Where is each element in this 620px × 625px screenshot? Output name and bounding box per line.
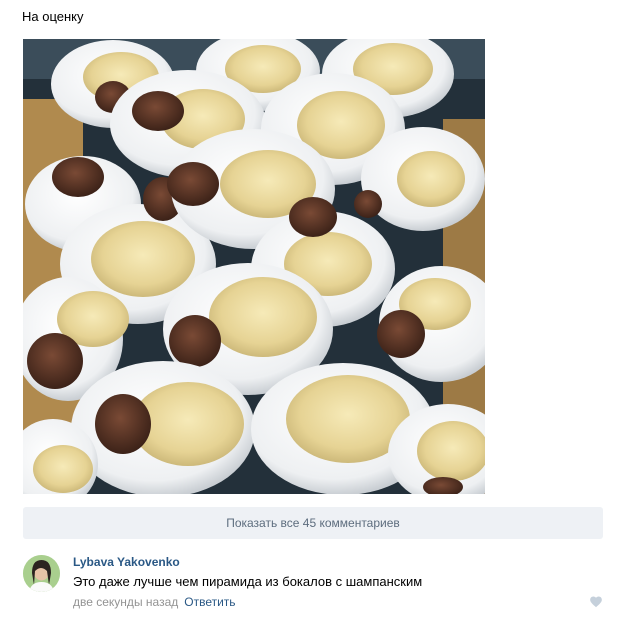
post-photo[interactable] — [23, 39, 485, 494]
avatar[interactable] — [23, 555, 60, 592]
avatar-image — [23, 555, 60, 592]
comment-text: Это даже лучше чем пирамида из бокалов с… — [73, 574, 423, 589]
reply-button[interactable]: Ответить — [184, 595, 235, 609]
comment-time[interactable]: две секунды назад — [73, 595, 178, 609]
comment-meta: две секунды назад Ответить — [73, 595, 236, 609]
heart-icon[interactable] — [589, 595, 603, 609]
comment-author[interactable]: Lybava Yakovenko — [73, 555, 180, 569]
post-text: На оценку — [22, 9, 84, 24]
comment: Lybava Yakovenko Это даже лучше чем пира… — [23, 553, 603, 617]
show-all-comments-button[interactable]: Показать все 45 комментариев — [23, 507, 603, 539]
plates-photo — [23, 39, 485, 494]
